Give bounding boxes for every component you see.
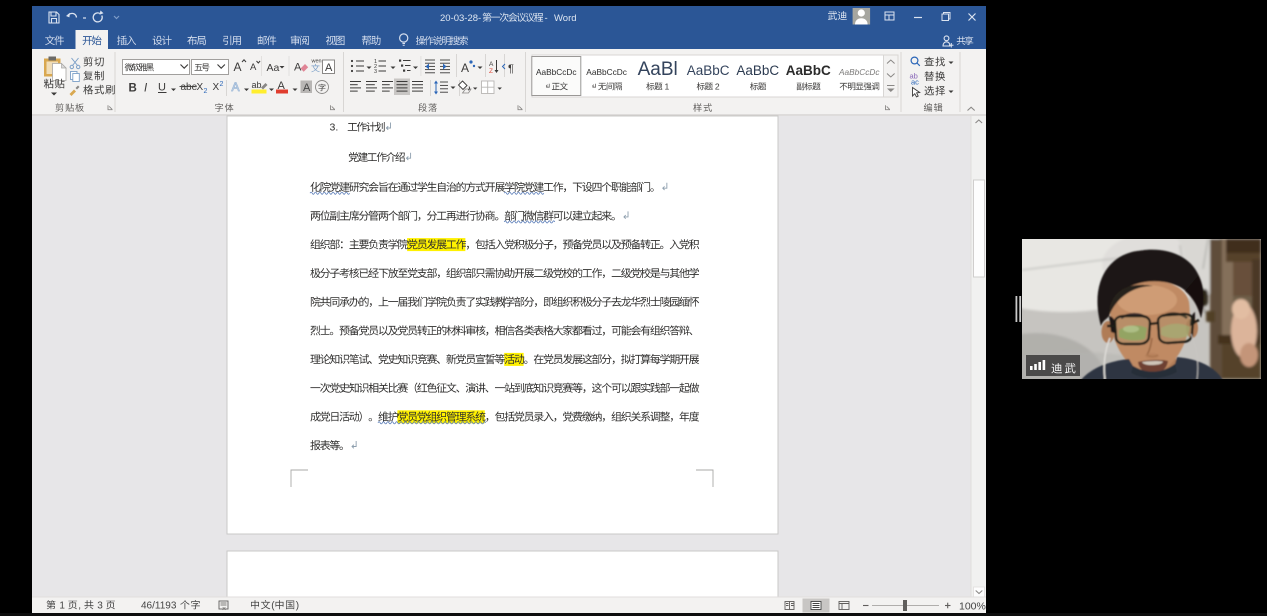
svg-text:Aa: Aa xyxy=(267,62,280,74)
svg-text:3.: 3. xyxy=(330,122,339,134)
svg-text:A: A xyxy=(232,80,240,94)
svg-text:A: A xyxy=(489,61,494,68)
svg-text:-: - xyxy=(545,13,548,24)
svg-text:AaBbC: AaBbC xyxy=(687,63,730,78)
svg-text:A: A xyxy=(461,61,469,75)
svg-text:Word: Word xyxy=(554,13,577,24)
svg-text:X: X xyxy=(213,82,220,93)
svg-text:ac: ac xyxy=(911,78,919,87)
svg-text:2: 2 xyxy=(220,81,224,88)
svg-text:A: A xyxy=(250,62,257,73)
svg-text:3: 3 xyxy=(97,601,103,612)
svg-text:A: A xyxy=(234,60,242,74)
svg-text:X: X xyxy=(197,82,204,93)
svg-text:AaBbCcDc: AaBbCcDc xyxy=(536,67,577,77)
svg-text:×: × xyxy=(222,606,226,613)
svg-text:A: A xyxy=(325,62,333,74)
svg-text:Z: Z xyxy=(489,68,493,75)
svg-text:AaBbCcDc: AaBbCcDc xyxy=(586,67,627,77)
svg-text:46/1193: 46/1193 xyxy=(141,601,177,612)
svg-text:B: B xyxy=(129,83,137,95)
svg-text:): ) xyxy=(296,601,299,612)
svg-text:abe: abe xyxy=(181,82,198,93)
svg-text:A: A xyxy=(303,82,311,94)
svg-text:wen: wen xyxy=(311,59,322,65)
svg-text:1: 1 xyxy=(665,82,670,92)
svg-text:AaBbC: AaBbC xyxy=(786,63,831,78)
svg-text:U: U xyxy=(158,82,166,94)
svg-text:3: 3 xyxy=(374,69,377,75)
svg-text:,: , xyxy=(78,601,81,612)
svg-text:1: 1 xyxy=(59,601,65,612)
svg-text:AaBbCcDc: AaBbCcDc xyxy=(838,67,880,77)
svg-text:A: A xyxy=(294,62,302,74)
svg-text:100%: 100% xyxy=(959,601,986,613)
svg-text:2: 2 xyxy=(204,88,208,95)
svg-text:AaBbC: AaBbC xyxy=(736,63,779,78)
svg-text:20-03-28-: 20-03-28- xyxy=(440,13,481,24)
svg-text:ab: ab xyxy=(252,80,262,90)
svg-text:2: 2 xyxy=(715,82,720,92)
svg-text:¶: ¶ xyxy=(508,63,514,75)
svg-text:AaBl: AaBl xyxy=(638,59,678,80)
